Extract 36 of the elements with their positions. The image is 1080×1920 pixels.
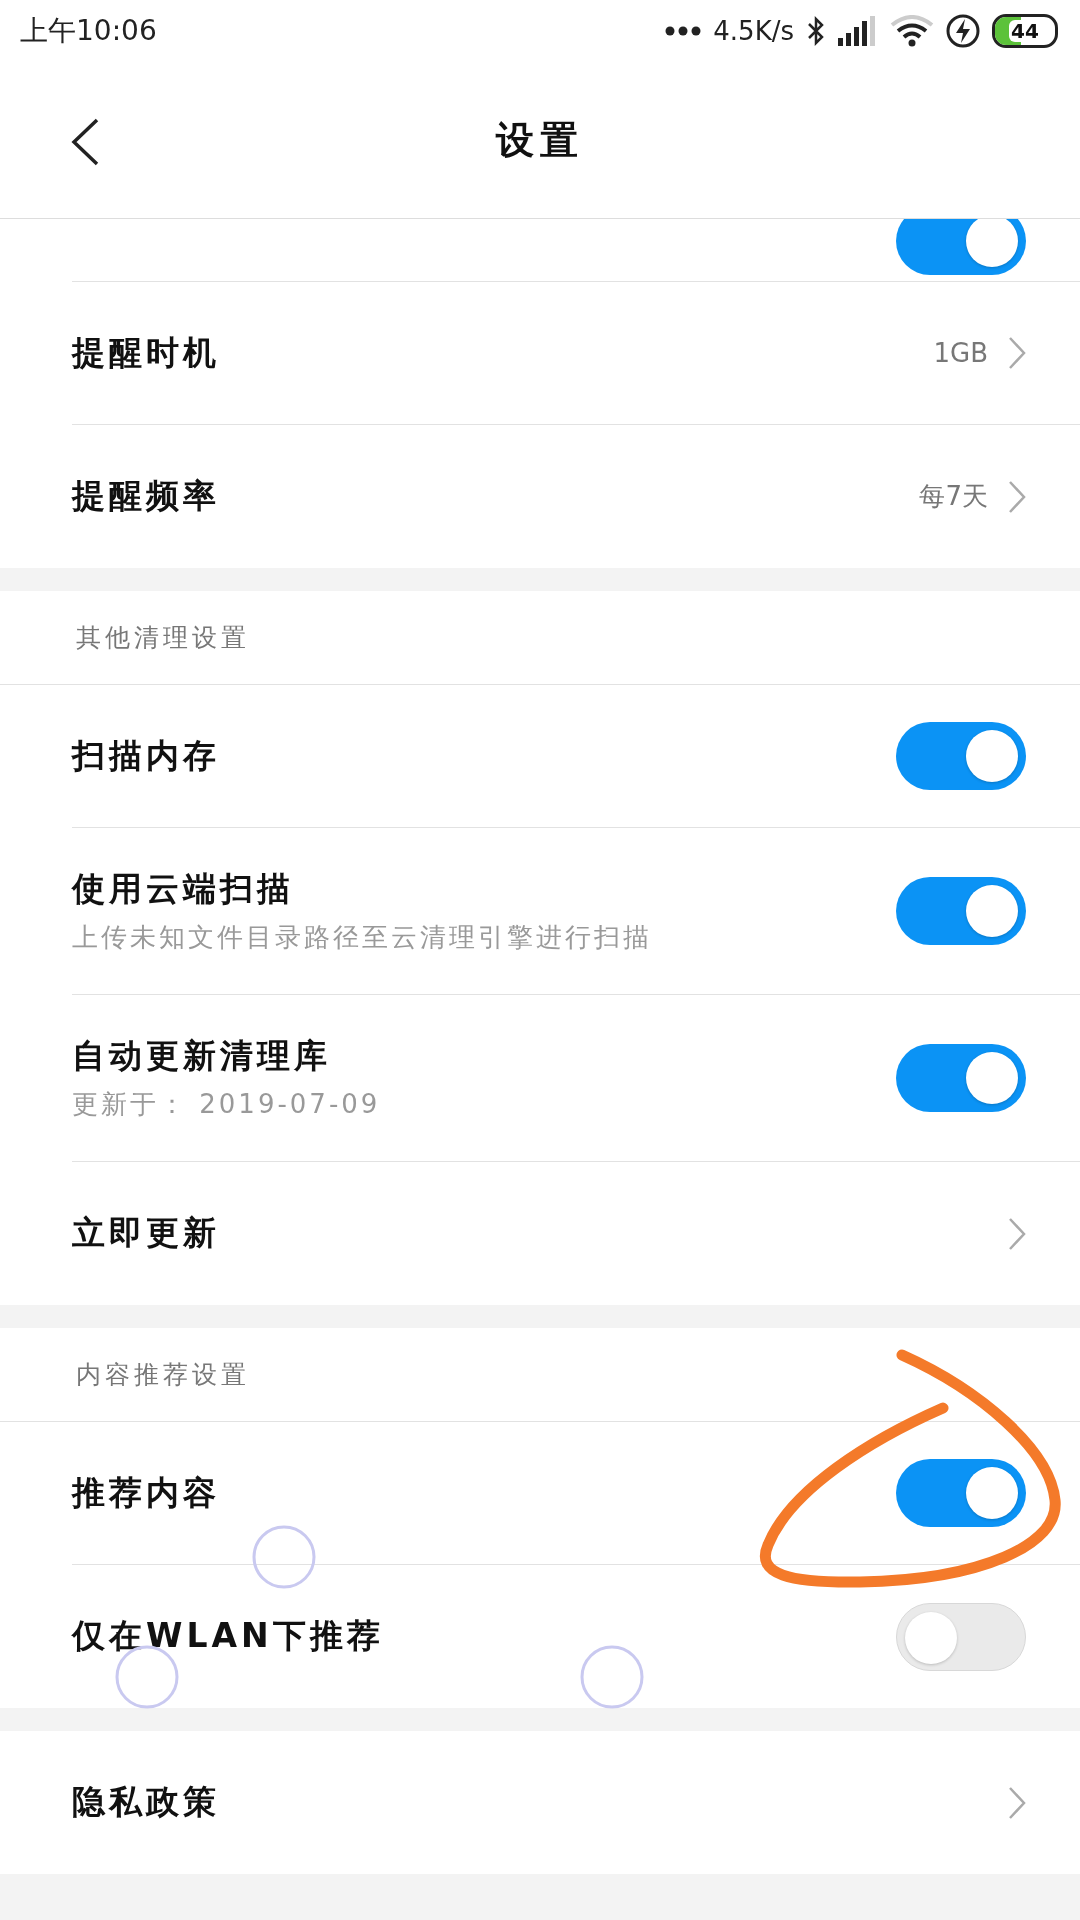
- section-heading: 内容推荐设置: [0, 1328, 1080, 1422]
- row-title: 扫描内存: [72, 734, 220, 777]
- chevron-icon: [1008, 1785, 1026, 1820]
- settings-row[interactable]: 提醒频率 每7天: [72, 425, 1080, 568]
- charging-icon: [946, 14, 980, 48]
- chevron-icon: [1008, 1216, 1026, 1251]
- toggle-switch[interactable]: [896, 219, 1026, 275]
- network-speed: 4.5K/s: [713, 16, 794, 46]
- settings-row[interactable]: 提醒时机 1GB: [72, 282, 1080, 425]
- row-title: 隐私政策: [72, 1781, 220, 1823]
- touch-indicator-icon: [252, 1525, 316, 1589]
- touch-indicator-icon: [580, 1645, 644, 1709]
- wifi-icon: [890, 15, 934, 47]
- row-title: 使用云端扫描: [72, 868, 295, 910]
- row-subtitle: 上传未知文件目录路径至云清理引擎进行扫描: [72, 921, 652, 954]
- settings-row[interactable]: 隐私政策: [72, 1731, 1080, 1874]
- more-dots-icon: [665, 26, 702, 36]
- bluetooth-icon: [806, 15, 826, 47]
- row-value: 每7天: [919, 480, 988, 513]
- settings-row[interactable]: 立即更新: [72, 1162, 1080, 1305]
- signal-icon: [838, 16, 878, 46]
- chevron-icon: [1008, 479, 1026, 514]
- row-title: 推荐内容: [72, 1471, 220, 1514]
- row-title: 提醒频率: [72, 475, 220, 517]
- back-icon[interactable]: [70, 117, 100, 167]
- section-heading: 其他清理设置: [0, 591, 1080, 685]
- status-time: 上午10:06: [20, 13, 157, 49]
- page-title: 设置: [496, 116, 584, 164]
- row-title: 提醒时机: [72, 331, 220, 374]
- row-title: 仅在WLAN下推荐: [72, 1615, 384, 1657]
- row-title: 立即更新: [72, 1212, 220, 1254]
- row-value: 1GB: [933, 338, 988, 368]
- chevron-icon: [1008, 336, 1026, 370]
- row-subtitle: 更新于： 2019-07-09: [72, 1088, 381, 1121]
- row-title: 自动更新清理库: [72, 1035, 332, 1077]
- battery-icon: 44: [992, 14, 1058, 48]
